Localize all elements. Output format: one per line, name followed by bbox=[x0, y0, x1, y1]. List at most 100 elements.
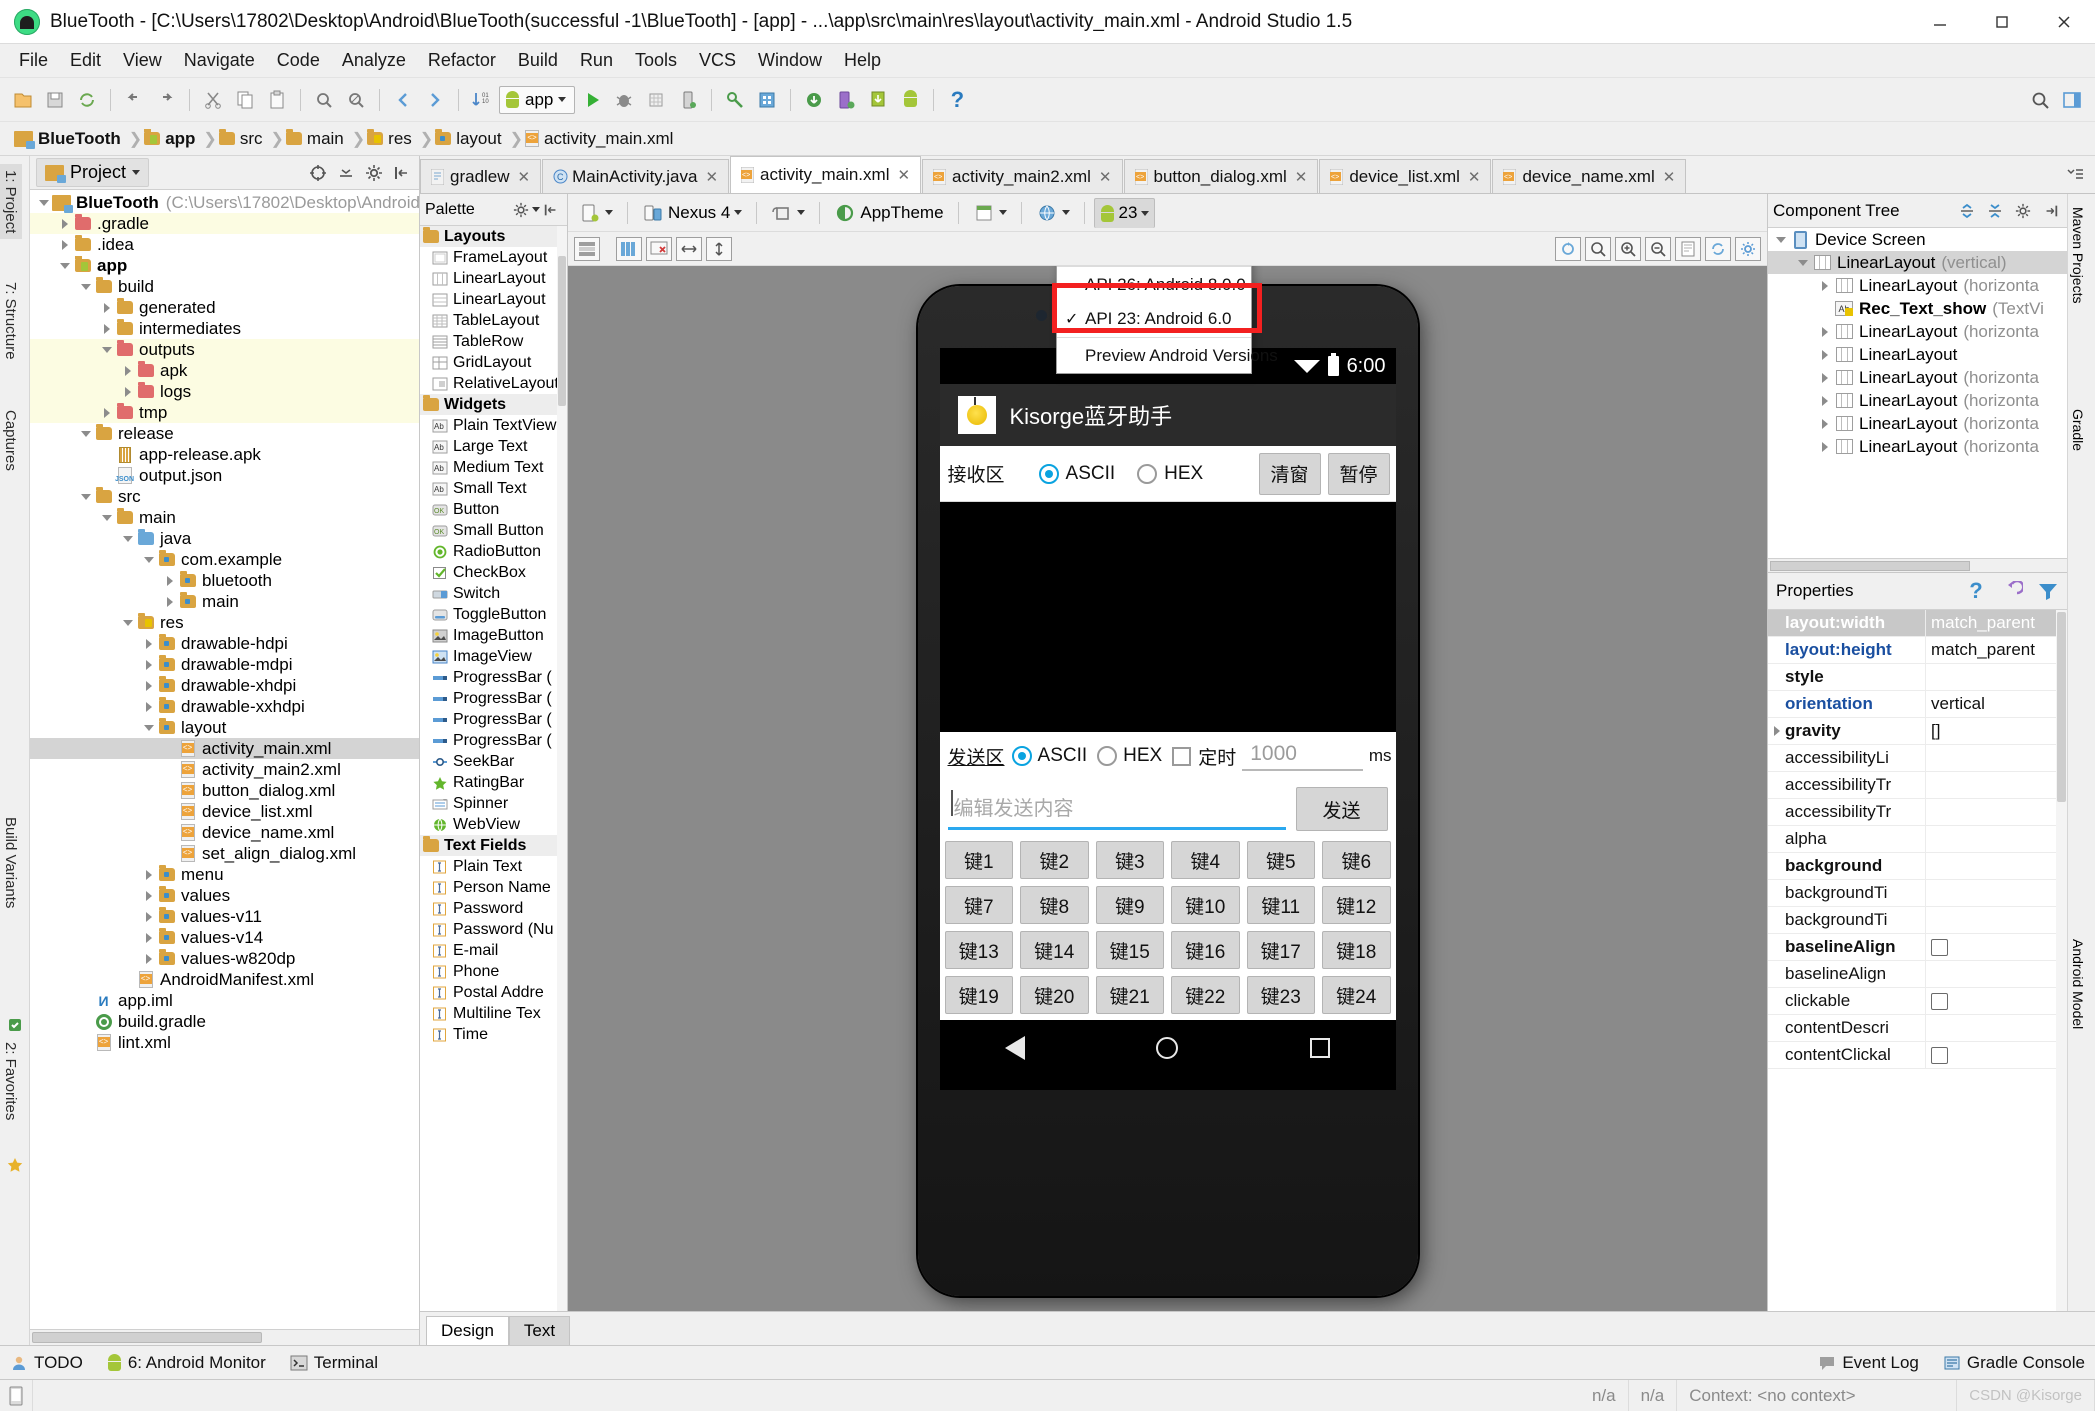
project-tree-node[interactable]: apk bbox=[30, 360, 419, 381]
palette-item[interactable]: FrameLayout bbox=[420, 247, 567, 268]
breadcrumb-item-res[interactable]: res bbox=[361, 129, 420, 149]
property-row[interactable]: contentClickal bbox=[1768, 1041, 2067, 1069]
component-tree-node[interactable]: LinearLayout (horizonta bbox=[1768, 435, 2067, 458]
editor-tab[interactable]: <> device_list.xml ✕ bbox=[1319, 159, 1492, 193]
locale-selector[interactable] bbox=[1031, 199, 1075, 227]
tree-expand-toggle[interactable] bbox=[99, 407, 115, 418]
property-value[interactable] bbox=[1925, 744, 2067, 772]
menu-item-refactor[interactable]: Refactor bbox=[417, 47, 507, 74]
sync-gradle-icon[interactable] bbox=[799, 85, 829, 115]
component-tree-hscrollbar[interactable] bbox=[1768, 558, 2067, 572]
zoom-in-icon[interactable] bbox=[1615, 236, 1641, 261]
close-tab-icon[interactable]: ✕ bbox=[1295, 168, 1308, 186]
property-value[interactable] bbox=[1925, 663, 2067, 691]
project-tree-node[interactable]: drawable-mdpi bbox=[30, 654, 419, 675]
editor-tab[interactable]: <> activity_main2.xml ✕ bbox=[922, 159, 1123, 193]
palette-item[interactable]: Plain Text bbox=[420, 856, 567, 877]
tree-expand-toggle[interactable] bbox=[57, 262, 73, 269]
property-value[interactable] bbox=[1925, 879, 2067, 907]
project-tree-node[interactable]: drawable-hdpi bbox=[30, 633, 419, 654]
tree-expand-toggle[interactable] bbox=[57, 239, 73, 250]
project-tree[interactable]: BlueTooth (C:\Users\17802\Desktop\Android… bbox=[30, 190, 419, 1329]
palette-item[interactable]: ProgressBar ( bbox=[420, 730, 567, 751]
project-tree-node[interactable]: java bbox=[30, 528, 419, 549]
project-tree-node[interactable]: .gradle bbox=[30, 213, 419, 234]
orientation-selector[interactable] bbox=[766, 199, 810, 227]
property-row[interactable]: gravity [] bbox=[1768, 717, 2067, 745]
palette-item[interactable]: RelativeLayout bbox=[420, 373, 567, 394]
editor-tab[interactable]: gradlew ✕ bbox=[420, 159, 542, 193]
project-tree-node[interactable]: src bbox=[30, 486, 419, 507]
refresh-render-icon[interactable] bbox=[1555, 236, 1581, 261]
property-checkbox[interactable] bbox=[1931, 1046, 1948, 1064]
maximize-button[interactable] bbox=[1971, 0, 2033, 44]
palette-item[interactable]: OK Small Button bbox=[420, 520, 567, 541]
palette-item[interactable]: Time bbox=[420, 1024, 567, 1045]
project-tree-hscrollbar[interactable] bbox=[30, 1329, 419, 1345]
editor-tab[interactable]: <> device_name.xml ✕ bbox=[1492, 159, 1687, 193]
menu-item-build[interactable]: Build bbox=[507, 47, 569, 74]
project-tree-node[interactable]: values-v14 bbox=[30, 927, 419, 948]
key-button[interactable]: 键22 bbox=[1171, 976, 1240, 1014]
property-row[interactable]: layout:height match_parent bbox=[1768, 636, 2067, 664]
property-value[interactable] bbox=[1925, 906, 2067, 934]
project-tree-node[interactable]: device_list.xml bbox=[30, 801, 419, 822]
key-button[interactable]: 键8 bbox=[1020, 886, 1089, 924]
palette-item[interactable]: Person Name bbox=[420, 877, 567, 898]
send-content-input[interactable]: 编辑发送内容 bbox=[947, 788, 1286, 830]
property-row[interactable]: accessibilityTr bbox=[1768, 798, 2067, 826]
property-row[interactable]: contentDescri bbox=[1768, 1014, 2067, 1042]
property-value[interactable]: match_parent bbox=[1925, 636, 2067, 664]
palette-item[interactable]: ProgressBar ( bbox=[420, 667, 567, 688]
gear-icon[interactable] bbox=[363, 162, 385, 184]
palette-item[interactable]: SeekBar bbox=[420, 751, 567, 772]
rail-tab-captures[interactable]: Captures bbox=[0, 404, 22, 477]
project-tree-node[interactable]: Иapp.iml bbox=[30, 990, 419, 1011]
tool-button-android-monitor[interactable]: 6: Android Monitor bbox=[107, 1353, 266, 1373]
api-level-dropdown[interactable]: ✓Automatically Pick BestAPI 26: Android … bbox=[1056, 266, 1278, 374]
locate-icon[interactable] bbox=[307, 162, 329, 184]
tree-expand-toggle[interactable] bbox=[141, 911, 157, 922]
layout-rows-icon[interactable] bbox=[574, 236, 600, 261]
project-tree-node[interactable]: menu bbox=[30, 864, 419, 885]
menu-item-view[interactable]: View bbox=[112, 47, 173, 74]
zoom-actual-icon[interactable] bbox=[1675, 236, 1701, 261]
project-tree-node[interactable]: .idea bbox=[30, 234, 419, 255]
property-value[interactable]: match_parent bbox=[1925, 610, 2067, 637]
menu-item-code[interactable]: Code bbox=[266, 47, 331, 74]
device-screen[interactable]: 6:00 Kisorge蓝牙助手 接收区 ASCII HEX 清窗 暂停 发送区… bbox=[939, 348, 1396, 1090]
menu-item-run[interactable]: Run bbox=[569, 47, 624, 74]
key-button[interactable]: 键11 bbox=[1246, 886, 1315, 924]
palette-item[interactable]: ProgressBar ( bbox=[420, 688, 567, 709]
palette-item[interactable]: ToggleButton bbox=[420, 604, 567, 625]
api-menu-item[interactable]: ✓ API 23: Android 6.0 bbox=[1057, 302, 1251, 336]
layout-columns-icon[interactable] bbox=[616, 236, 642, 261]
component-tree-node[interactable]: LinearLayout (vertical) bbox=[1768, 251, 2067, 274]
tree-expand-toggle[interactable] bbox=[120, 535, 136, 542]
key-button[interactable]: 键16 bbox=[1171, 931, 1240, 969]
breadcrumb-item-bluetooth[interactable]: BlueTooth bbox=[8, 129, 129, 149]
tree-expand-toggle[interactable] bbox=[78, 493, 94, 500]
tree-expand-toggle[interactable] bbox=[1794, 259, 1812, 266]
component-tree-node[interactable]: Ab Rec_Text_show (TextVi bbox=[1768, 297, 2067, 320]
project-tree-node[interactable]: device_name.xml bbox=[30, 822, 419, 843]
layout-toggle-icon[interactable] bbox=[2057, 85, 2087, 115]
key-button[interactable]: 键19 bbox=[944, 976, 1013, 1014]
android-device-icon[interactable] bbox=[895, 85, 925, 115]
palette-item[interactable]: Password bbox=[420, 898, 567, 919]
key-button[interactable]: 键24 bbox=[1322, 976, 1391, 1014]
property-value[interactable] bbox=[1925, 798, 2067, 826]
nav-back-icon[interactable] bbox=[1005, 1036, 1026, 1060]
project-tree-node[interactable]: set_align_dialog.xml bbox=[30, 843, 419, 864]
attach-debugger-icon[interactable] bbox=[673, 85, 703, 115]
project-tree-node[interactable]: bluetooth bbox=[30, 570, 419, 591]
chevron-down-icon[interactable] bbox=[532, 207, 540, 212]
menu-item-analyze[interactable]: Analyze bbox=[331, 47, 417, 74]
property-checkbox[interactable] bbox=[1931, 938, 1948, 956]
expand-all-icon[interactable] bbox=[1956, 200, 1978, 222]
property-value[interactable] bbox=[1925, 933, 2067, 961]
tree-expand-toggle[interactable] bbox=[141, 556, 157, 563]
menu-item-file[interactable]: File bbox=[8, 47, 59, 74]
breadcrumb-item-activity-main-xml[interactable]: activity_main.xml bbox=[519, 129, 681, 149]
tool-button-todo[interactable]: TODO bbox=[10, 1353, 83, 1373]
